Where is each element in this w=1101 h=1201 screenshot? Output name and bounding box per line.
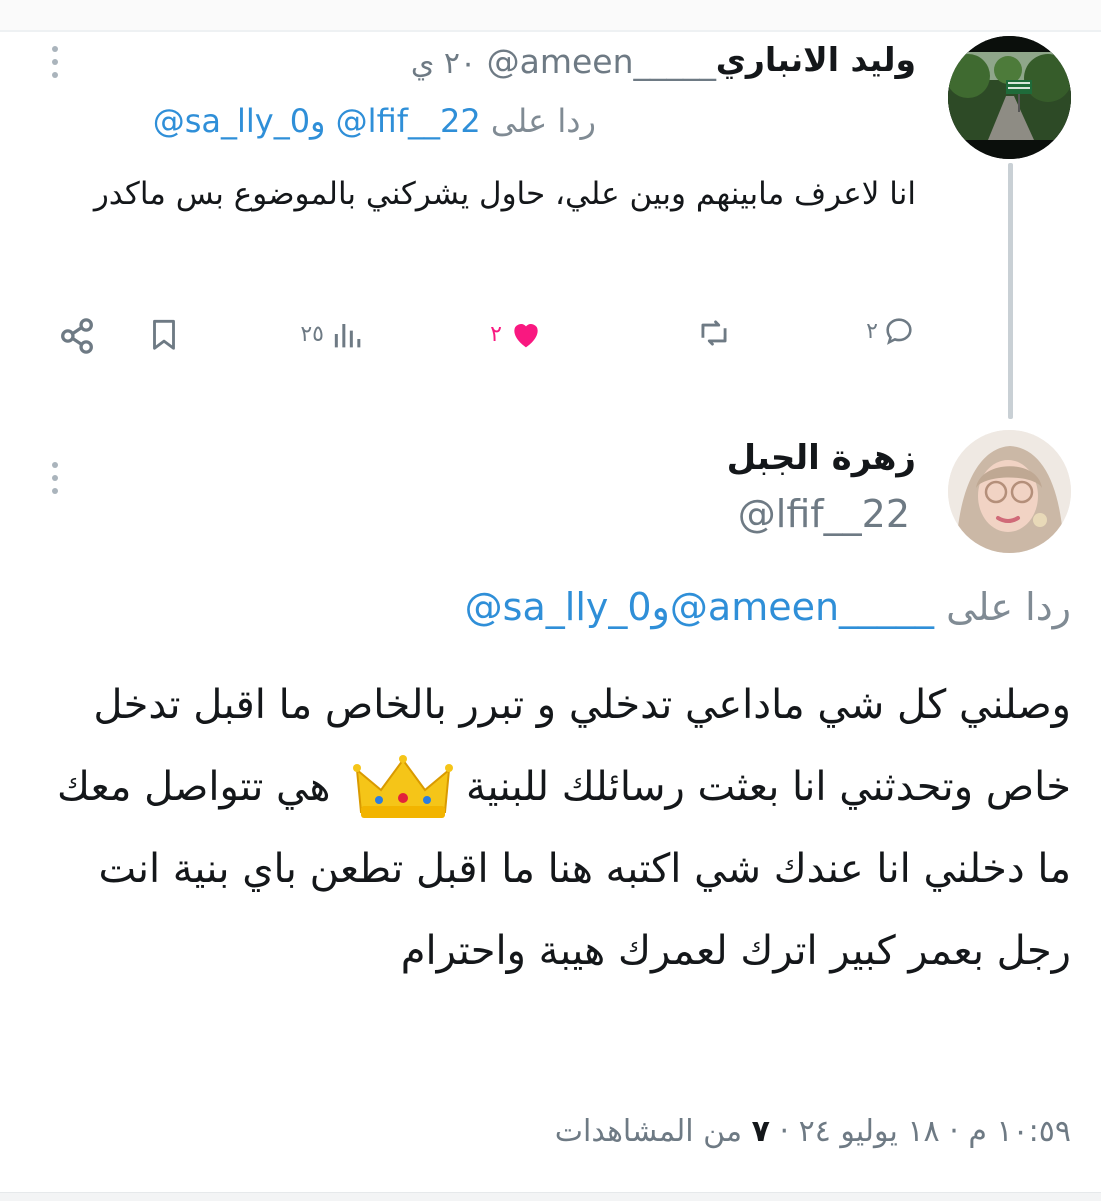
reply-user-link[interactable]: @sa_lly_0 bbox=[153, 102, 310, 140]
reply-prefix: ردا على bbox=[946, 585, 1071, 629]
reply-user-link[interactable]: @lfif__22 bbox=[336, 102, 481, 140]
reply-context: ردا على @ameen_____و@sa_lly_0 bbox=[465, 585, 1071, 629]
author-name[interactable]: وليد الانباري bbox=[716, 40, 916, 79]
crown-emoji bbox=[353, 755, 454, 818]
tweet-actions-bar: ٢ ٢ ٢٥ bbox=[0, 300, 1101, 380]
share-icon bbox=[61, 318, 93, 354]
like-count: ٢ bbox=[490, 321, 502, 347]
views-icon bbox=[334, 324, 361, 348]
avatar-portrait-image bbox=[948, 430, 1071, 553]
reply-and: و bbox=[310, 102, 326, 140]
heart-icon bbox=[514, 324, 538, 348]
meta-separator: · bbox=[779, 1114, 790, 1149]
tweet-text: انا لاعرف مابينهم وبين علي، حاول يشركني … bbox=[93, 176, 916, 212]
reply-icon bbox=[886, 318, 912, 345]
more-options-icon[interactable] bbox=[48, 46, 62, 78]
tweet-time: ٢٠ ي bbox=[410, 46, 477, 81]
bookmark-icon bbox=[153, 319, 175, 350]
more-options-icon[interactable] bbox=[48, 462, 62, 494]
reply-context: ردا على @lfif__22 و@sa_lly_0 bbox=[153, 102, 596, 140]
reply-count: ٢ bbox=[866, 318, 878, 344]
tweet-date: ١٨ يوليو ٢٤ bbox=[798, 1114, 940, 1149]
thread-connector-line bbox=[1008, 163, 1013, 419]
author-handle[interactable]: @lfif__22 bbox=[738, 492, 910, 536]
views-label: من المشاهدات bbox=[554, 1114, 743, 1149]
views-action[interactable]: ٢٥ bbox=[300, 314, 368, 354]
author-name[interactable]: زهرة الجبل bbox=[727, 438, 916, 478]
retweet-action[interactable] bbox=[695, 314, 733, 352]
reply-prefix: ردا على bbox=[490, 102, 596, 140]
reply-user-link[interactable]: @ameen_____ bbox=[670, 585, 934, 629]
views-count: ٧ bbox=[751, 1114, 770, 1149]
avatar-waleed[interactable] bbox=[948, 36, 1071, 159]
reply-action[interactable]: ٢ bbox=[866, 314, 916, 348]
reply-user-link[interactable]: @sa_lly_0 bbox=[465, 585, 652, 629]
reply-and: و bbox=[651, 585, 670, 629]
author-handle-time: ٢٠ ي @ameen_____ bbox=[411, 42, 716, 81]
retweet-icon bbox=[701, 320, 727, 346]
tweet-text: وصلني كل شي ماداعي تدخلي و تبرر بالخاص م… bbox=[31, 664, 1071, 992]
top-divider bbox=[0, 0, 1101, 32]
meta-separator: · bbox=[949, 1114, 959, 1149]
bookmark-action[interactable] bbox=[145, 314, 183, 354]
tweet-meta: ١٠:٥٩ م · ١٨ يوليو ٢٤ · ٧ من المشاهدات bbox=[555, 1114, 1071, 1149]
avatar-forest-road-image bbox=[948, 36, 1071, 159]
share-action[interactable] bbox=[55, 314, 99, 358]
author-handle[interactable]: @ameen_____ bbox=[487, 42, 716, 81]
views-count: ٢٥ bbox=[300, 321, 324, 347]
tweet-time: ١٠:٥٩ م bbox=[968, 1114, 1071, 1149]
avatar-zahrat-aljabal[interactable] bbox=[948, 430, 1071, 553]
like-action[interactable]: ٢ bbox=[490, 314, 546, 354]
